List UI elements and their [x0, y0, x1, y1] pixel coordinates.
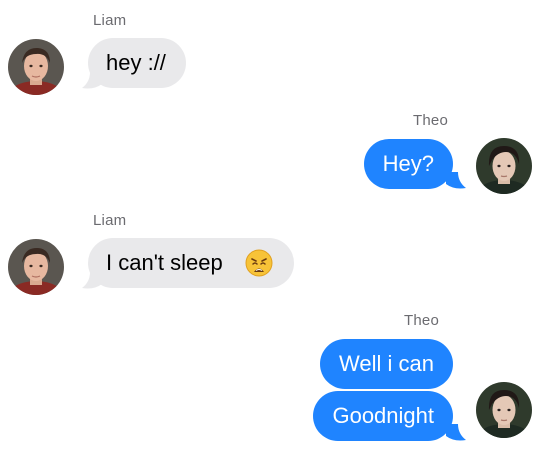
liam-avatar[interactable] [8, 39, 64, 95]
message-bubble[interactable]: hey :// [88, 38, 186, 88]
sender-name: Liam [93, 212, 127, 229]
message-text: Hey? [382, 151, 434, 176]
theo-avatar[interactable] [476, 382, 532, 438]
sender-name: Liam [93, 12, 127, 29]
message-bubble[interactable]: Goodnight [313, 391, 453, 441]
liam-avatar[interactable] [8, 239, 64, 295]
bubble-tail [446, 172, 466, 189]
message-text: Goodnight [332, 403, 434, 428]
message-bubble[interactable]: Well i can [320, 339, 453, 389]
sender-name: Theo [404, 312, 439, 329]
theo-avatar[interactable] [476, 138, 532, 194]
sender-name: Theo [413, 112, 448, 129]
message-text: I can't sleep [106, 250, 223, 275]
message-bubble[interactable]: Hey? [363, 139, 453, 189]
message-text: Well i can [339, 351, 434, 376]
weary-face-emoji-icon [245, 249, 273, 277]
message-text: hey :// [106, 50, 166, 75]
bubble-tail [82, 272, 102, 289]
bubble-tail [446, 424, 466, 441]
bubble-tail [82, 72, 102, 89]
